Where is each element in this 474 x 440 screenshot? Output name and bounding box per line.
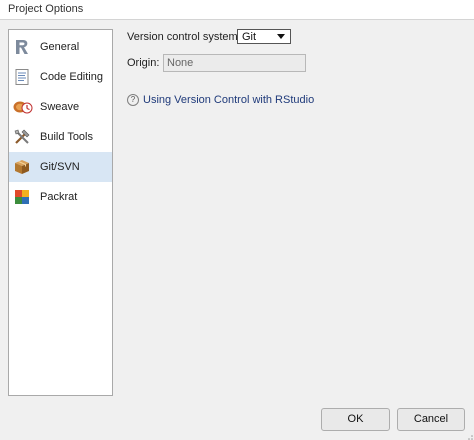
vcs-select[interactable]: Git <box>237 29 291 44</box>
origin-value: None <box>167 57 194 69</box>
sidebar-item-code-editing[interactable]: Code Editing <box>9 62 112 92</box>
sidebar-item-label: Packrat <box>40 191 78 203</box>
r-logo-icon <box>13 38 31 56</box>
box-icon <box>13 158 31 176</box>
resize-grip-icon[interactable] <box>466 432 474 440</box>
sidebar-item-label: Code Editing <box>40 71 103 83</box>
sidebar-item-label: Git/SVN <box>40 161 80 173</box>
chevron-down-icon <box>277 34 285 39</box>
version-control-help-link[interactable]: Using Version Control with RStudio <box>143 94 314 106</box>
sidebar-item-label: General <box>40 41 80 53</box>
sidebar-item-sweave[interactable]: Sweave <box>9 92 112 122</box>
cancel-button[interactable]: Cancel <box>397 408 465 431</box>
packrat-icon <box>13 188 31 206</box>
window-title: Project Options <box>8 3 84 15</box>
origin-label: Origin: <box>127 57 160 69</box>
vcs-select-value: Git <box>242 31 257 43</box>
origin-field[interactable]: None <box>163 54 306 72</box>
sidebar-item-packrat[interactable]: Packrat <box>9 182 112 212</box>
sidebar-item-label: Sweave <box>40 101 80 113</box>
sidebar-item-build-tools[interactable]: Build Tools <box>9 122 112 152</box>
title-bar[interactable]: Project Options <box>0 0 474 20</box>
sweave-icon <box>13 98 33 116</box>
help-icon: ? <box>127 94 139 106</box>
project-options-dialog: Project Options General Code Editing Swe… <box>0 0 474 440</box>
vcs-label: Version control system: <box>127 31 241 43</box>
ok-button[interactable]: OK <box>321 408 390 431</box>
tools-icon <box>13 128 31 146</box>
document-icon <box>13 68 31 86</box>
sidebar-item-general[interactable]: General <box>9 32 112 62</box>
sidebar-item-git-svn[interactable]: Git/SVN <box>9 152 112 182</box>
options-sidebar: General Code Editing Sweave Build Tools … <box>8 29 113 396</box>
sidebar-item-label: Build Tools <box>40 131 93 143</box>
